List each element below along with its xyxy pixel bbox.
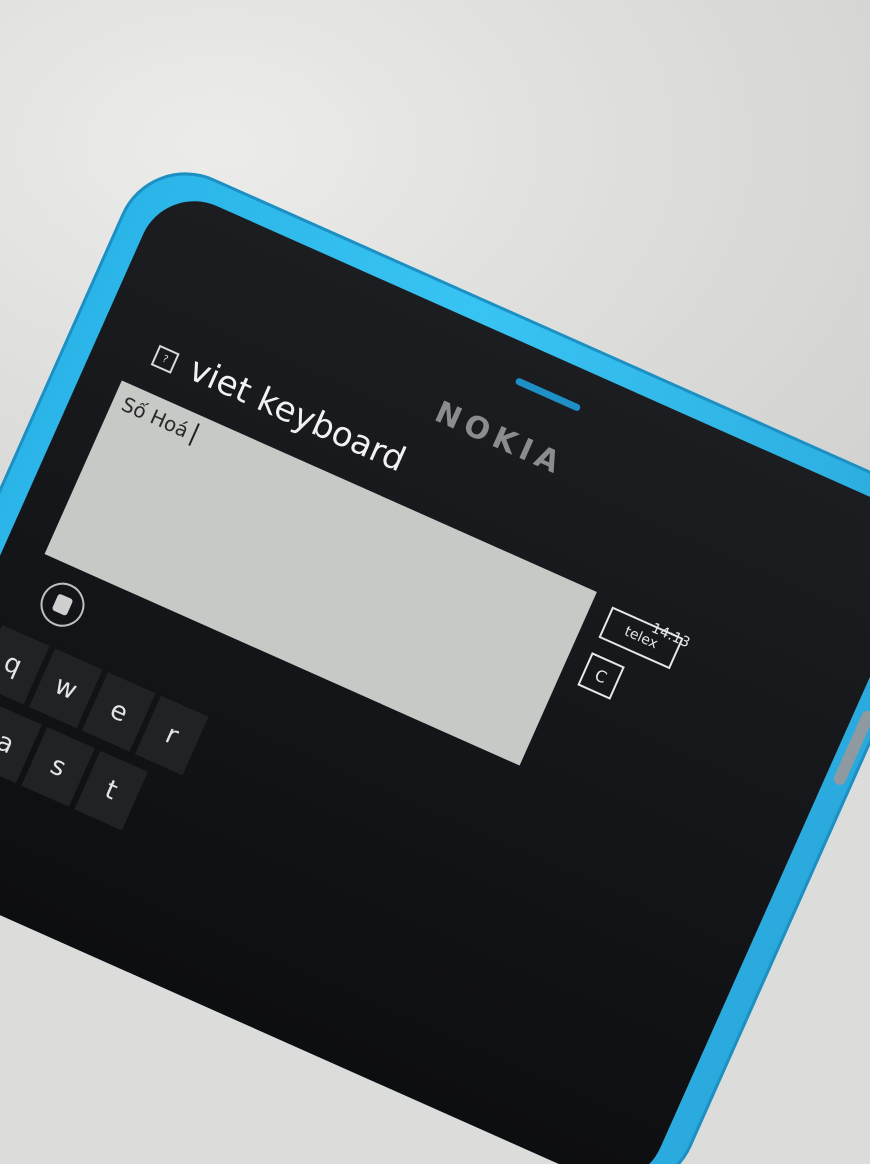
app-icon: ? (150, 344, 180, 374)
c-button[interactable]: C (577, 652, 625, 700)
text-input-value: Số Hoá (118, 392, 200, 446)
text-content: Số Hoá (117, 391, 193, 443)
brand-logo: NOKIA (429, 394, 571, 483)
emoji-icon[interactable] (33, 575, 92, 634)
photo-scene: NOKIA ? viet keyboard Số Hoá telex C 14:… (0, 0, 870, 1164)
emoji-glyph (51, 593, 74, 617)
earpiece (514, 377, 582, 412)
